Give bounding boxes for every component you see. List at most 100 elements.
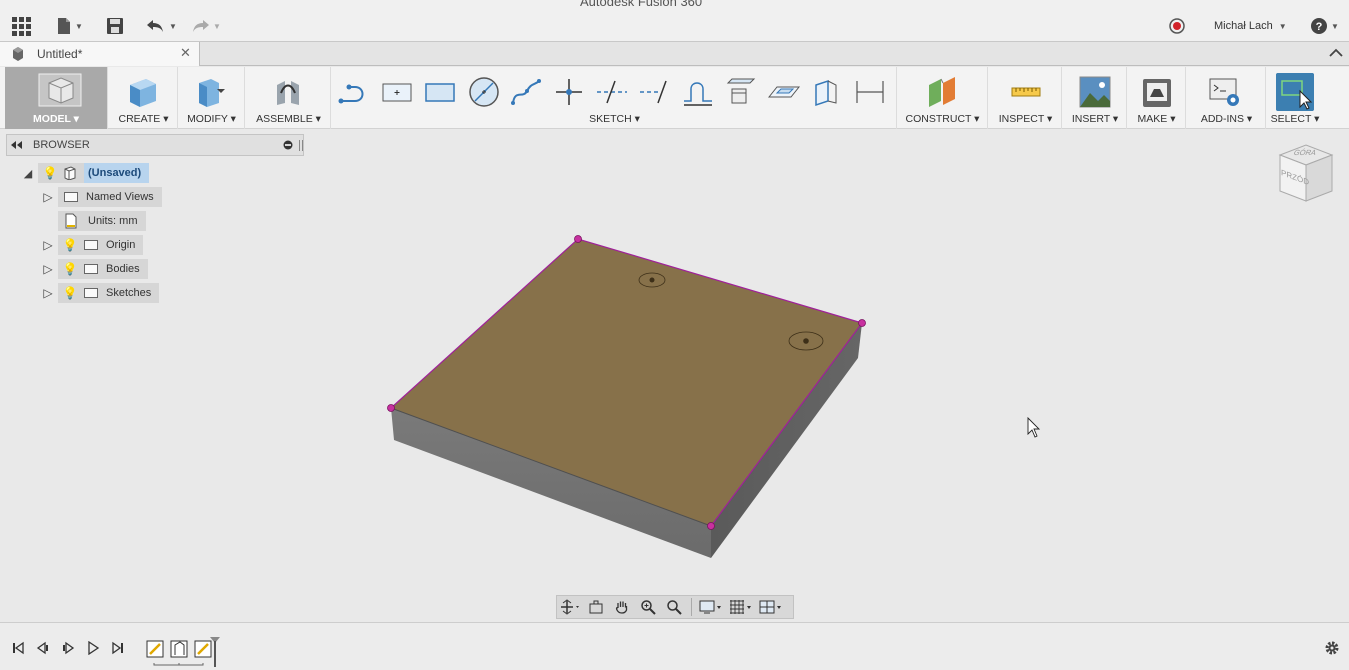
grid-settings-button[interactable] bbox=[726, 596, 756, 618]
zoom-button[interactable] bbox=[635, 596, 661, 618]
timeline-settings-button[interactable] bbox=[1322, 639, 1342, 657]
measure-icon bbox=[1011, 87, 1041, 97]
look-at-button[interactable] bbox=[583, 596, 609, 618]
display-settings-button[interactable] bbox=[696, 596, 726, 618]
extend-icon[interactable] bbox=[638, 75, 672, 109]
sketch-feature-icon[interactable] bbox=[146, 640, 164, 658]
record-icon bbox=[1169, 18, 1185, 34]
pan-hand-icon bbox=[615, 601, 628, 614]
play-icon bbox=[88, 641, 100, 655]
collapsed-triangle-icon[interactable]: ▷ bbox=[38, 238, 58, 252]
addins-menu[interactable]: ADD-INS ▾ bbox=[1188, 67, 1266, 129]
timeline-last-button[interactable] bbox=[108, 639, 128, 657]
timeline-first-button[interactable] bbox=[8, 639, 28, 657]
minus-circle-icon[interactable] bbox=[283, 140, 293, 150]
project-icon[interactable] bbox=[767, 75, 801, 109]
trim-icon[interactable] bbox=[595, 75, 629, 109]
select-menu[interactable]: SELECT ▾ bbox=[1267, 67, 1323, 129]
collapsed-triangle-icon[interactable]: ▷ bbox=[38, 190, 58, 204]
viewports-button[interactable] bbox=[756, 596, 786, 618]
tree-root-label[interactable]: (Unsaved) bbox=[84, 163, 150, 183]
collapsed-triangle-icon[interactable]: ▷ bbox=[38, 286, 58, 300]
inspect-menu[interactable]: INSPECT ▾ bbox=[990, 67, 1062, 129]
line-icon[interactable] bbox=[337, 75, 371, 109]
chevron-down-icon: ▼ bbox=[1331, 21, 1339, 31]
timeline-play-button[interactable] bbox=[83, 639, 103, 657]
pan-button[interactable] bbox=[609, 596, 635, 618]
redo-button[interactable]: ▼ bbox=[190, 14, 221, 38]
lightbulb-off-icon[interactable]: 💡 bbox=[60, 238, 80, 252]
document-tab[interactable]: Untitled* ✕ bbox=[0, 42, 200, 66]
assemble-menu[interactable]: ASSEMBLE ▾ bbox=[247, 67, 331, 129]
chevron-down-icon: ▼ bbox=[75, 21, 83, 31]
tree-item-bodies[interactable]: ▷ 💡 Bodies bbox=[38, 259, 148, 279]
workspace-switcher[interactable]: MODEL ▾ bbox=[5, 67, 108, 129]
timeline-features bbox=[144, 637, 220, 667]
model-canvas[interactable] bbox=[0, 129, 1349, 622]
point-icon[interactable] bbox=[552, 75, 586, 109]
sketch-feature-icon[interactable] bbox=[194, 640, 212, 658]
make-menu[interactable]: MAKE ▾ bbox=[1128, 67, 1186, 129]
box-icon bbox=[130, 79, 156, 107]
display-monitor-icon bbox=[699, 600, 721, 614]
gear-icon bbox=[1325, 641, 1339, 655]
center-rectangle-icon[interactable] bbox=[380, 75, 414, 109]
plane-icon bbox=[929, 77, 955, 107]
tree-item-sketches[interactable]: ▷ 💡 Sketches bbox=[38, 283, 160, 303]
orbit-button[interactable] bbox=[557, 596, 583, 618]
file-menu-button[interactable]: ▼ bbox=[56, 14, 83, 38]
offset-icon[interactable] bbox=[681, 75, 715, 109]
record-button[interactable] bbox=[1168, 14, 1186, 38]
create-menu[interactable]: CREATE ▾ bbox=[110, 67, 178, 129]
user-name: Michał Lach bbox=[1214, 20, 1273, 32]
undo-button[interactable]: ▼ bbox=[146, 14, 177, 38]
close-icon[interactable]: ✕ bbox=[180, 45, 191, 61]
mouse-cursor-icon bbox=[1027, 416, 1041, 438]
circle-icon[interactable] bbox=[467, 75, 501, 109]
tree-item-named-views[interactable]: ▷ Named Views bbox=[38, 187, 162, 207]
lightbulb-icon[interactable]: 💡 bbox=[60, 286, 80, 300]
timeline-previous-button[interactable] bbox=[33, 639, 53, 657]
spline-icon[interactable] bbox=[509, 75, 543, 109]
mirror-icon[interactable] bbox=[724, 75, 758, 109]
tree-item-label: Sketches bbox=[106, 287, 152, 299]
tree-item-origin[interactable]: ▷ 💡 Origin bbox=[38, 235, 144, 255]
canvas-viewport[interactable]: GÓRA PRZÓD bbox=[0, 129, 1349, 622]
fit-button[interactable] bbox=[661, 596, 687, 618]
panel-grip[interactable] bbox=[299, 140, 303, 151]
sketch-plane-icon[interactable] bbox=[810, 75, 844, 109]
sketch-label: SKETCH bbox=[589, 113, 632, 125]
view-cube[interactable]: GÓRA PRZÓD bbox=[1276, 141, 1336, 207]
help-button[interactable]: ? ▼ bbox=[1310, 14, 1339, 38]
expanded-triangle-icon[interactable]: ◢ bbox=[18, 167, 38, 180]
collapse-chevron-up-icon[interactable] bbox=[1329, 48, 1343, 58]
user-menu[interactable]: Michał Lach ▼ bbox=[1214, 20, 1287, 32]
collapsed-triangle-icon[interactable]: ▷ bbox=[38, 262, 58, 276]
modify-menu[interactable]: MODIFY ▾ bbox=[179, 67, 245, 129]
document-icon bbox=[13, 47, 23, 61]
insert-menu[interactable]: INSERT ▾ bbox=[1064, 67, 1127, 129]
file-icon bbox=[58, 18, 70, 34]
document-tab-bar: Untitled* ✕ bbox=[0, 42, 1349, 66]
redo-icon bbox=[193, 20, 209, 32]
folder-icon bbox=[84, 240, 98, 250]
construct-label: CONSTRUCT bbox=[905, 113, 972, 125]
zoom-icon bbox=[641, 600, 656, 615]
tree-root-row[interactable]: ◢ 💡 (Unsaved) bbox=[18, 163, 150, 183]
lightbulb-icon[interactable]: 💡 bbox=[40, 166, 60, 180]
dimension-icon[interactable] bbox=[853, 75, 887, 109]
construct-menu[interactable]: CONSTRUCT ▾ bbox=[898, 67, 988, 129]
lightbulb-icon[interactable]: 💡 bbox=[60, 262, 80, 276]
extrude-feature-icon[interactable] bbox=[170, 640, 188, 658]
tree-item-units[interactable]: Units: mm bbox=[58, 211, 146, 231]
browser-panel-header[interactable]: BROWSER bbox=[6, 134, 304, 156]
rectangle-icon[interactable] bbox=[423, 75, 457, 109]
save-button[interactable] bbox=[106, 14, 124, 38]
collapse-panel-icon[interactable] bbox=[11, 141, 23, 149]
chevron-down-icon: ▼ bbox=[1278, 22, 1287, 31]
browser-title: BROWSER bbox=[33, 139, 90, 151]
timeline-step-button[interactable] bbox=[58, 639, 78, 657]
solid-body[interactable] bbox=[390, 238, 863, 558]
data-panel-button[interactable] bbox=[10, 14, 32, 38]
chevron-down-icon: ▼ bbox=[169, 21, 177, 31]
